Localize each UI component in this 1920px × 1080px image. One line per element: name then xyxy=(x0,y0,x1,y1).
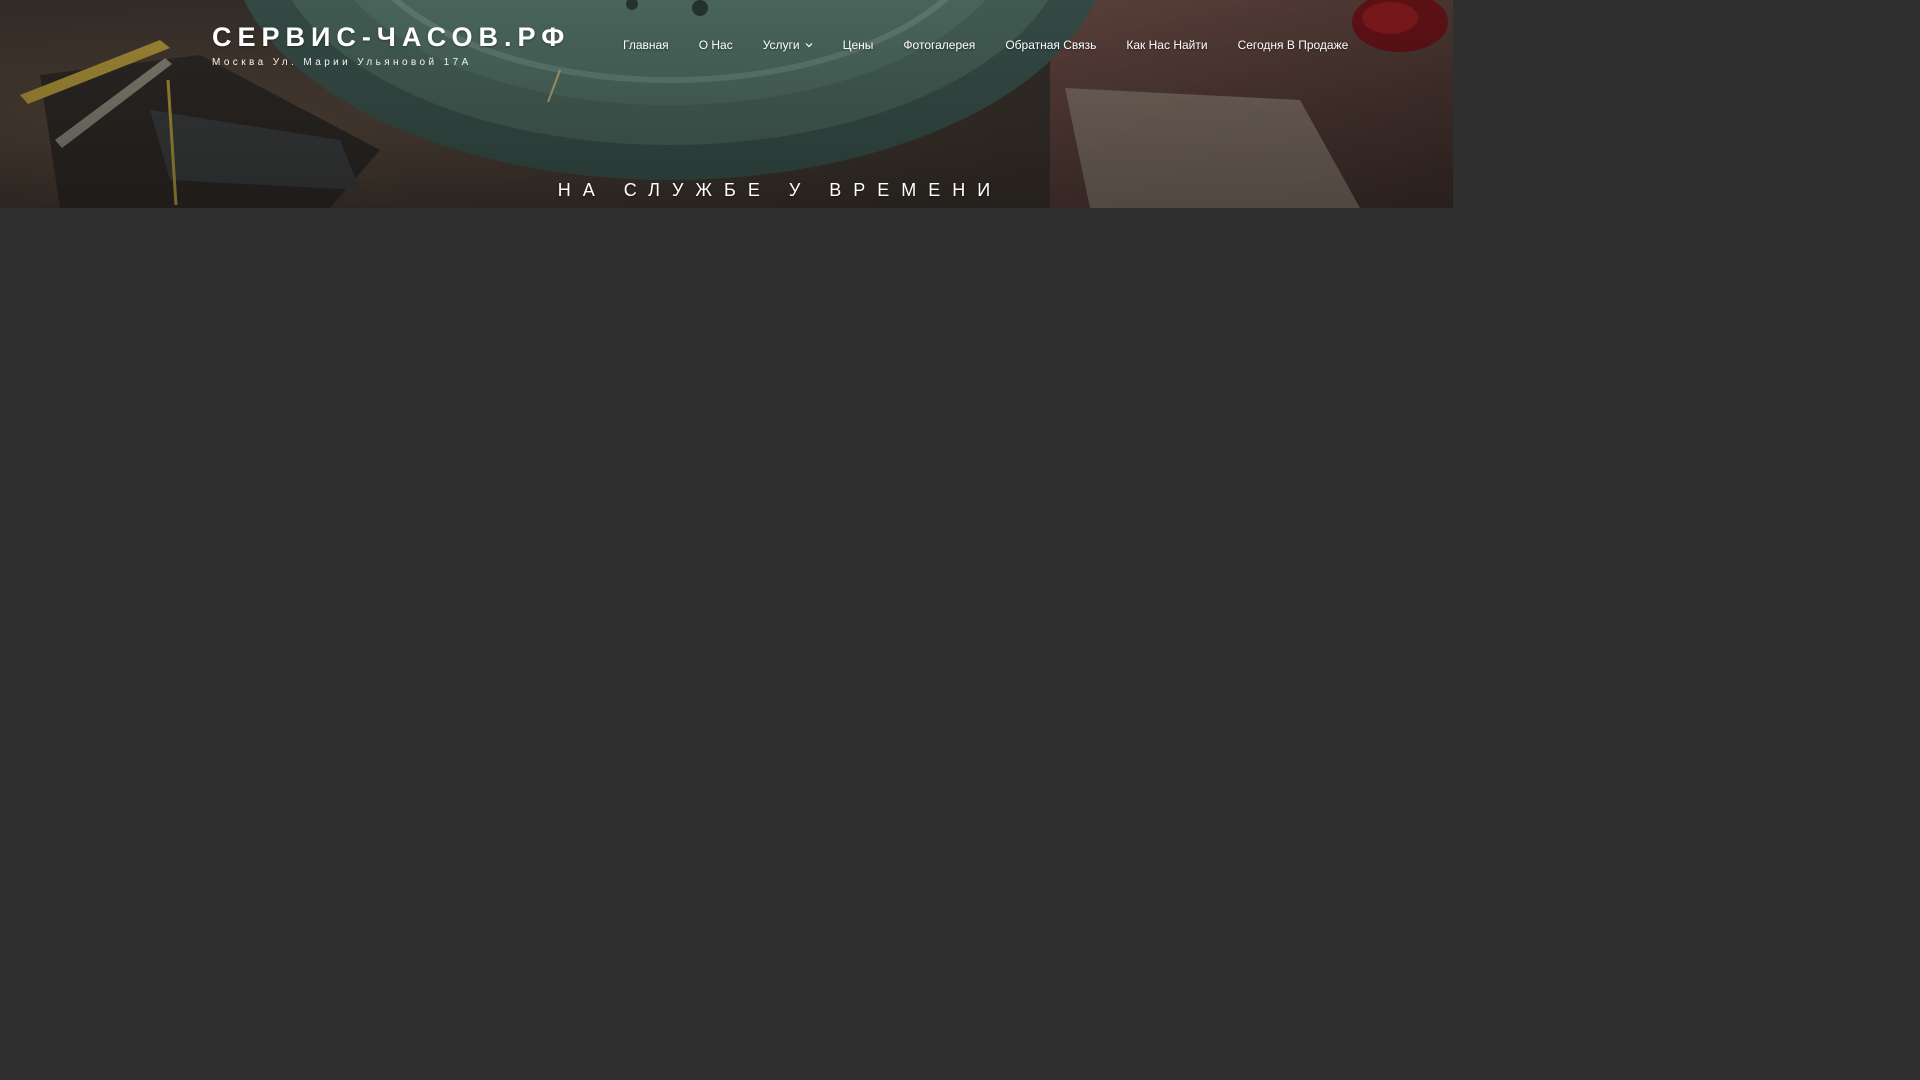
site-branding: СЕРВИС-ЧАСОВ.РФ Москва Ул. Марии Ульянов… xyxy=(212,20,570,70)
nav-item-label: О Нас xyxy=(698,38,733,52)
header-hero: СЕРВИС-ЧАСОВ.РФ Москва Ул. Марии Ульянов… xyxy=(0,0,1453,208)
page: СЕРВИС-ЧАСОВ.РФ Москва Ул. Марии Ульянов… xyxy=(0,0,1568,882)
nav-item-for-sale[interactable]: Сегодня В Продаже xyxy=(1223,36,1364,54)
site-description: Москва Ул. Марии Ульяновой 17А xyxy=(212,57,472,68)
main-content-area xyxy=(0,208,1568,882)
main-navigation: Главная О Нас Услуги Цены Фотогалерея Об… xyxy=(608,36,1363,54)
site-title[interactable]: СЕРВИС-ЧАСОВ.РФ xyxy=(212,20,570,54)
nav-item-home[interactable]: Главная xyxy=(608,36,684,54)
nav-item-label: Цены xyxy=(842,38,874,52)
nav-item-about[interactable]: О Нас xyxy=(684,36,748,54)
nav-item-feedback[interactable]: Обратная Связь xyxy=(990,36,1111,54)
nav-item-prices[interactable]: Цены xyxy=(828,36,889,54)
hero-tagline: НА СЛУЖБЕ У ВРЕМЕНИ xyxy=(557,180,1003,200)
nav-item-services[interactable]: Услуги xyxy=(748,36,828,54)
nav-item-label: Услуги xyxy=(762,38,800,52)
nav-item-label: Главная xyxy=(623,38,669,52)
nav-item-label: Фотогалерея xyxy=(903,38,976,52)
nav-item-label: Как Нас Найти xyxy=(1126,38,1208,52)
nav-item-label: Сегодня В Продаже xyxy=(1237,38,1349,52)
chevron-down-icon xyxy=(805,43,813,48)
nav-item-gallery[interactable]: Фотогалерея xyxy=(888,36,990,54)
nav-item-location[interactable]: Как Нас Найти xyxy=(1111,36,1222,54)
nav-item-label: Обратная Связь xyxy=(1005,38,1097,52)
